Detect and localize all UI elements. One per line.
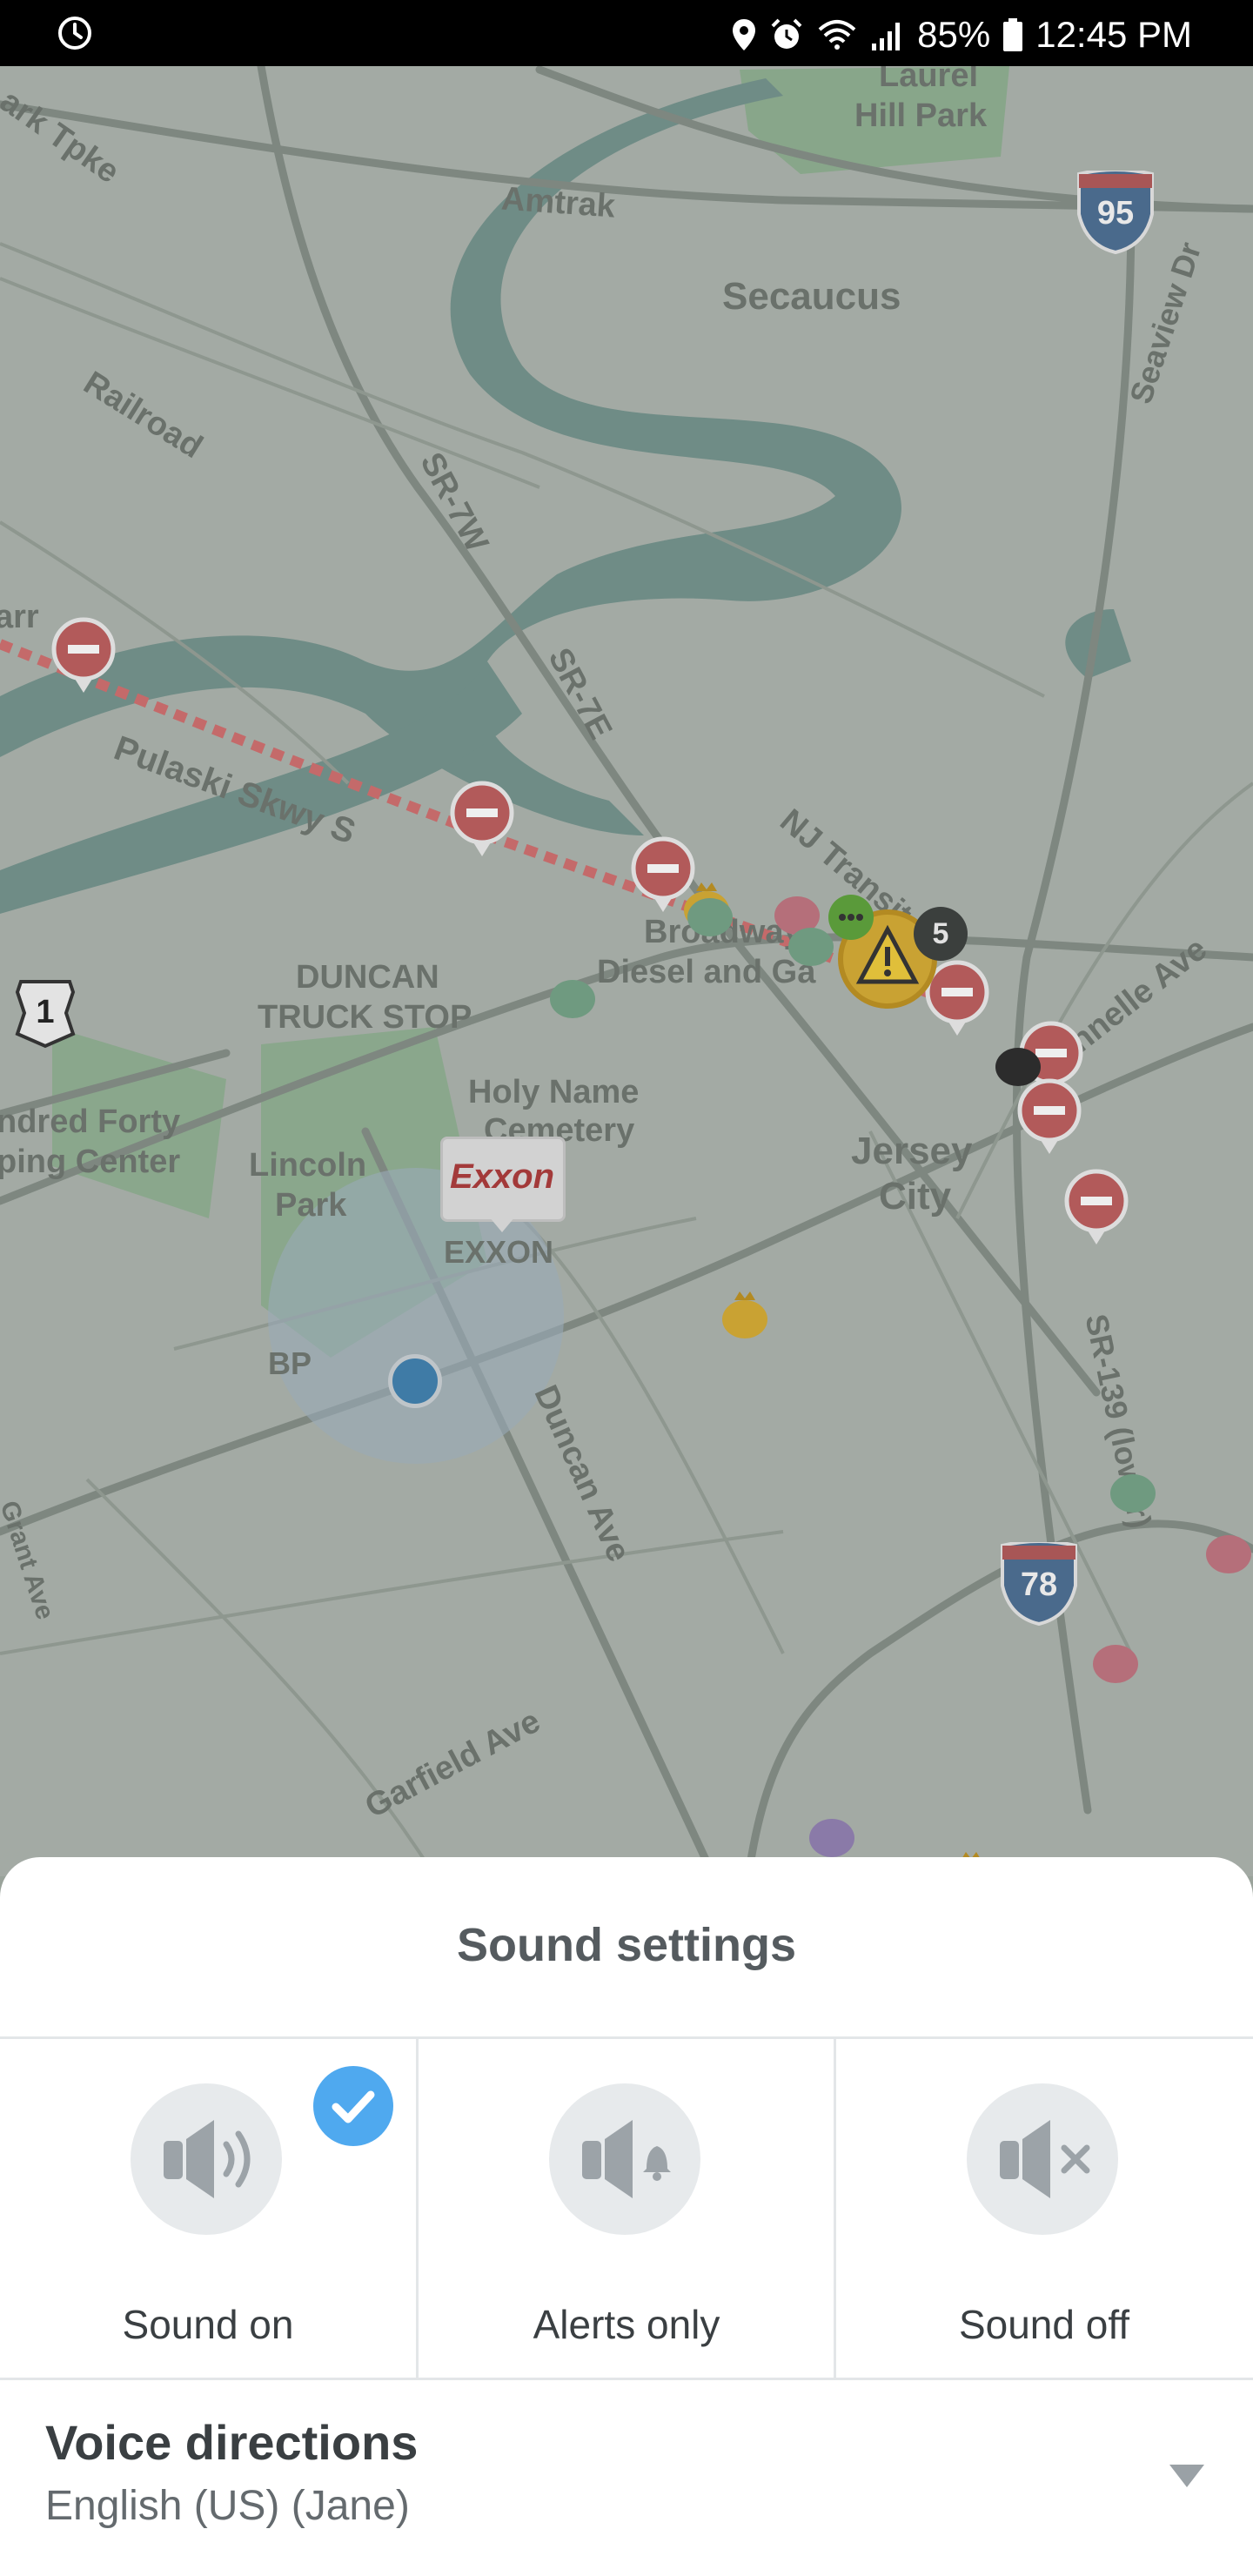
- sound-settings-sheet: Sound settings Sound on Alerts only Soun…: [0, 1857, 1253, 2576]
- exxon-logo: Exxon: [449, 1157, 555, 1196]
- wazer-avatar-icon[interactable]: [804, 1803, 860, 1864]
- speaker-bell-icon: [582, 2120, 671, 2198]
- report-count: 5: [932, 917, 949, 950]
- sheet-title: Sound settings: [457, 1919, 796, 1971]
- map-label-lincoln: Lincoln: [249, 1147, 367, 1184]
- sound-on-option[interactable]: Sound on: [0, 2040, 416, 2379]
- signal-icon: [872, 23, 901, 50]
- wifi-icon: [818, 20, 856, 50]
- wazer-avatar-icon[interactable]: [783, 912, 839, 973]
- wazer-avatar-icon[interactable]: [1088, 1629, 1143, 1690]
- map-label-bp: BP: [268, 1345, 312, 1381]
- voice-directions-value: English (US) (Jane): [45, 2483, 410, 2529]
- interstate-95-number: 95: [1096, 195, 1135, 231]
- map-label-holy-name: Holy Name: [468, 1074, 640, 1110]
- map-label-laurel-hill: Laurel: [879, 66, 979, 94]
- sound-option-circle: [131, 2083, 282, 2235]
- map-view[interactable]: ark Tpke Laurel Hill Park Amtrak Secaucu…: [0, 66, 1253, 1876]
- map-label-exxon: EXXON: [444, 1234, 554, 1270]
- speaker-mute-icon: [1000, 2120, 1090, 2198]
- location-icon: [733, 19, 756, 50]
- alarm-icon: [771, 18, 802, 49]
- status-bar: 85% 12:45 PM: [0, 0, 1253, 66]
- report-count-badge: 5: [914, 907, 968, 961]
- sound-on-label: Sound on: [122, 2302, 294, 2347]
- road-closure-icon[interactable]: [50, 616, 117, 694]
- alerts-only-option[interactable]: Alerts only: [419, 2040, 834, 2379]
- us-route-1-number: 1: [36, 994, 55, 1030]
- map-label-jersey-2: City: [879, 1175, 952, 1218]
- sync-icon: [58, 17, 91, 50]
- map-label-amtrak: Amtrak: [499, 180, 617, 225]
- sound-option-circle: [549, 2083, 700, 2235]
- map-label-duncan: DUNCAN: [296, 959, 439, 996]
- map-label-laurel-hill-2: Hill Park: [854, 97, 988, 134]
- map-label-hundred: ndred Forty: [0, 1104, 181, 1140]
- road-closure-icon[interactable]: [449, 780, 515, 858]
- divider: [0, 2036, 1253, 2039]
- interstate-78-number: 78: [1020, 1566, 1058, 1603]
- map-label-hundred-2: ping Center: [0, 1144, 181, 1180]
- wazer-avatar-icon[interactable]: [1105, 1459, 1161, 1519]
- map-label-jersey: Jersey: [851, 1130, 973, 1172]
- road-closure-icon[interactable]: [1063, 1168, 1129, 1246]
- chevron-down-icon[interactable]: [1168, 2463, 1206, 2489]
- sound-off-option[interactable]: Sound off: [836, 2040, 1252, 2379]
- map-label-lincoln-2: Park: [275, 1187, 347, 1224]
- map-label-partial: arr: [0, 599, 39, 635]
- speaker-on-icon: [164, 2120, 251, 2198]
- interstate-95-shield: 95: [1075, 171, 1156, 254]
- interstate-78-shield: 78: [999, 1542, 1079, 1626]
- battery-percent: 85%: [917, 14, 991, 55]
- wazer-avatar-icon[interactable]: [717, 1285, 773, 1345]
- selected-check-icon: [313, 2066, 393, 2146]
- battery-icon: [1003, 18, 1023, 51]
- sound-option-circle: [967, 2083, 1118, 2235]
- map-label-secaucus: Secaucus: [722, 275, 901, 318]
- map-label-duncan-2: TRUCK STOP: [258, 999, 472, 1036]
- sound-off-label: Sound off: [958, 2302, 1130, 2347]
- wazer-avatar-icon[interactable]: [990, 1032, 1046, 1093]
- wazer-avatar-icon[interactable]: [1201, 1519, 1253, 1580]
- current-location-dot[interactable]: [388, 1354, 442, 1408]
- wazer-avatar-icon[interactable]: [545, 964, 600, 1025]
- alerts-only-label: Alerts only: [533, 2302, 720, 2347]
- voice-directions-title: Voice directions: [45, 2415, 419, 2470]
- wazer-avatar-icon[interactable]: [682, 882, 738, 943]
- us-route-1-shield: 1: [14, 978, 77, 1050]
- voice-directions-row[interactable]: Voice directions English (US) (Jane): [0, 2379, 1253, 2576]
- clock: 12:45 PM: [1035, 14, 1192, 55]
- exxon-station-marker[interactable]: Exxon: [440, 1137, 566, 1234]
